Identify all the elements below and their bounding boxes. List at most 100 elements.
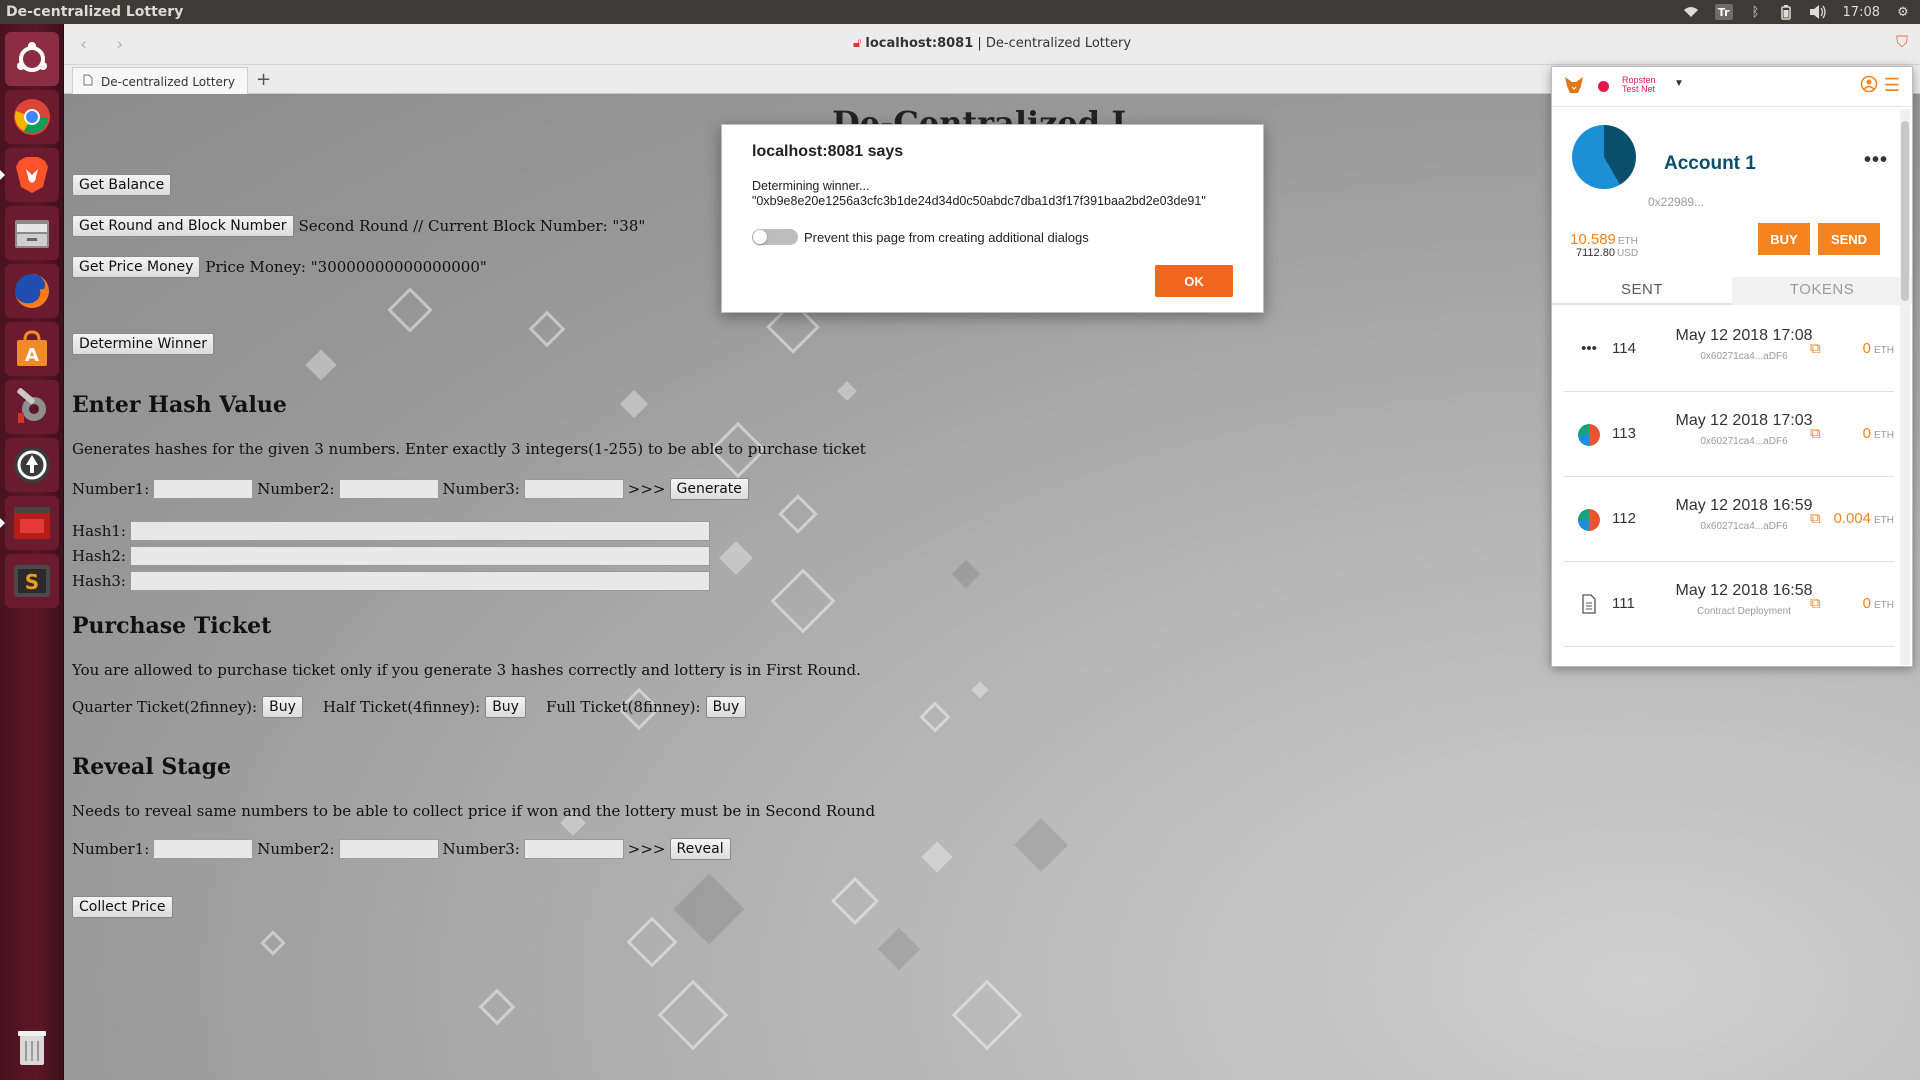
- tab-tokens[interactable]: TOKENS: [1732, 277, 1912, 305]
- svg-text:S: S: [25, 570, 39, 594]
- round-status-text: Second Round // Current Block Number: "3…: [298, 217, 646, 235]
- eth-balance-value: 10.589: [1570, 231, 1616, 248]
- eth-balance: 10.589 ETH: [1570, 231, 1638, 248]
- number3-input[interactable]: [523, 479, 624, 499]
- background-pattern: [770, 568, 836, 634]
- get-price-money-button[interactable]: Get Price Money: [72, 256, 201, 278]
- background-pattern: [1014, 818, 1068, 872]
- system-top-bar: De-centralized Lottery Tr ᛒ 17:08 ⚙: [0, 0, 1920, 24]
- copy-icon[interactable]: ⧉: [1810, 595, 1821, 612]
- account-switch-icon[interactable]: [1860, 75, 1878, 98]
- reveal-description: Needs to reveal same numbers to be able …: [72, 802, 876, 820]
- hash1-textarea[interactable]: [129, 521, 710, 541]
- chevron-down-icon[interactable]: ▼: [1674, 78, 1684, 89]
- prevent-dialogs-toggle[interactable]: [752, 229, 798, 245]
- ubuntu-dash-icon[interactable]: [5, 32, 59, 86]
- software-center-icon[interactable]: A: [5, 322, 59, 376]
- account-name[interactable]: Account 1: [1664, 153, 1756, 175]
- transaction-row[interactable]: 112 May 12 2018 16:59 0x60271ca4...aDF6 …: [1564, 477, 1894, 562]
- app-window-icon[interactable]: [0, 496, 59, 550]
- reveal-number2-input[interactable]: [338, 839, 439, 859]
- sublime-text-icon[interactable]: S: [5, 554, 59, 608]
- brave-browser-icon[interactable]: [0, 148, 59, 202]
- transaction-date: May 12 2018 17:03: [1675, 412, 1813, 429]
- firefox-icon[interactable]: [5, 264, 59, 318]
- background-pattern: [921, 841, 953, 873]
- alert-dialog: localhost:8081 says Determining winner..…: [721, 124, 1264, 313]
- copy-icon[interactable]: ⧉: [1810, 510, 1821, 527]
- account-options-icon[interactable]: •••: [1864, 149, 1888, 172]
- address-bar[interactable]: 🔓︎ localhost:8081 | De-centralized Lotter…: [64, 36, 1920, 51]
- tab-sent[interactable]: SENT: [1552, 277, 1732, 305]
- trash-icon[interactable]: [5, 1020, 59, 1074]
- generate-button[interactable]: Generate: [669, 478, 749, 500]
- network-subtitle: Test Net: [1622, 84, 1656, 94]
- account-address[interactable]: 0x22989...: [1648, 195, 1704, 209]
- number1-input[interactable]: [153, 479, 254, 499]
- purchase-section-heading: Purchase Ticket: [72, 613, 272, 639]
- buy-eth-button[interactable]: BUY: [1758, 223, 1810, 255]
- number3-label: Number3:: [442, 480, 520, 498]
- get-round-block-button[interactable]: Get Round and Block Number: [72, 215, 294, 237]
- background-pattern: [657, 979, 729, 1051]
- ok-button[interactable]: OK: [1155, 265, 1233, 297]
- transaction-row[interactable]: ••• 114 May 12 2018 17:08 0x60271ca4...a…: [1564, 307, 1894, 392]
- insecure-lock-icon[interactable]: 🔓︎: [853, 36, 861, 51]
- navigation-row: ‹ › 🔓︎ localhost:8081 | De-centralized Lo…: [64, 24, 1920, 64]
- reveal-button[interactable]: Reveal: [669, 838, 731, 860]
- transaction-amount-unit: ETH: [1874, 515, 1894, 526]
- hamburger-menu-icon[interactable]: ☰: [1884, 75, 1900, 98]
- background-pattern: [919, 701, 951, 733]
- transaction-row[interactable]: 113 May 12 2018 17:03 0x60271ca4...aDF6 …: [1564, 392, 1894, 477]
- running-indicator-icon: [0, 518, 5, 528]
- buy-half-ticket-button[interactable]: Buy: [485, 696, 526, 718]
- clock[interactable]: 17:08: [1843, 4, 1880, 20]
- number2-input[interactable]: [338, 479, 439, 499]
- transaction-recipient: 0x60271ca4...aDF6: [1700, 436, 1788, 447]
- network-status-dot[interactable]: [1598, 81, 1609, 92]
- background-pattern: [830, 876, 880, 926]
- svg-text:A: A: [25, 345, 39, 366]
- buy-quarter-ticket-button[interactable]: Buy: [262, 696, 303, 718]
- tab-lottery[interactable]: De-centralized Lottery: [72, 67, 248, 95]
- transaction-row[interactable]: 111 May 12 2018 16:58 Contract Deploymen…: [1564, 562, 1894, 647]
- hash1-label: Hash1:: [72, 522, 126, 540]
- system-settings-icon[interactable]: [5, 380, 59, 434]
- half-ticket-label: Half Ticket(4finney):: [322, 698, 481, 716]
- gear-icon[interactable]: ⚙: [1896, 4, 1910, 20]
- background-pattern: [971, 681, 989, 699]
- determine-winner-button[interactable]: Determine Winner: [72, 333, 215, 355]
- software-updater-icon[interactable]: [5, 438, 59, 492]
- number1-label: Number1:: [72, 480, 150, 498]
- bluetooth-icon[interactable]: ᛒ: [1749, 4, 1763, 20]
- get-balance-button[interactable]: Get Balance: [72, 174, 172, 196]
- url-page-title: | De-centralized Lottery: [973, 36, 1132, 51]
- transaction-amount-unit: ETH: [1874, 600, 1894, 611]
- collect-price-button[interactable]: Collect Price: [72, 896, 173, 918]
- reveal-number3-input[interactable]: [523, 839, 624, 859]
- copy-icon[interactable]: ⧉: [1810, 340, 1821, 357]
- metamask-popup: Ropsten Test Net ▼ ☰ Account 1 ••• 0x229…: [1551, 66, 1913, 667]
- brave-shield-icon[interactable]: ⛉: [1896, 32, 1908, 52]
- wifi-icon[interactable]: [1683, 4, 1699, 20]
- files-icon[interactable]: [5, 206, 59, 260]
- network-selector[interactable]: Ropsten Test Net: [1622, 76, 1656, 94]
- battery-icon[interactable]: [1779, 4, 1793, 20]
- popup-scrollbar-thumb[interactable]: [1901, 121, 1909, 301]
- hash3-textarea[interactable]: [129, 571, 710, 591]
- reveal-number1-input[interactable]: [153, 839, 254, 859]
- chrome-icon[interactable]: [5, 90, 59, 144]
- background-pattern: [719, 541, 753, 575]
- volume-icon[interactable]: [1809, 4, 1827, 20]
- launcher: A S: [0, 24, 64, 1080]
- buy-full-ticket-button[interactable]: Buy: [705, 696, 747, 718]
- keyboard-layout-indicator[interactable]: Tr: [1714, 4, 1733, 20]
- number2-label: Number2:: [257, 480, 335, 498]
- hash-section-heading: Enter Hash Value: [72, 392, 287, 418]
- copy-icon[interactable]: ⧉: [1810, 425, 1821, 442]
- hash2-textarea[interactable]: [129, 546, 710, 566]
- active-window-title: De-centralized Lottery: [6, 4, 184, 20]
- send-eth-button[interactable]: SEND: [1818, 223, 1880, 255]
- metamask-fox-icon[interactable]: [1564, 76, 1584, 99]
- new-tab-button[interactable]: +: [256, 69, 271, 90]
